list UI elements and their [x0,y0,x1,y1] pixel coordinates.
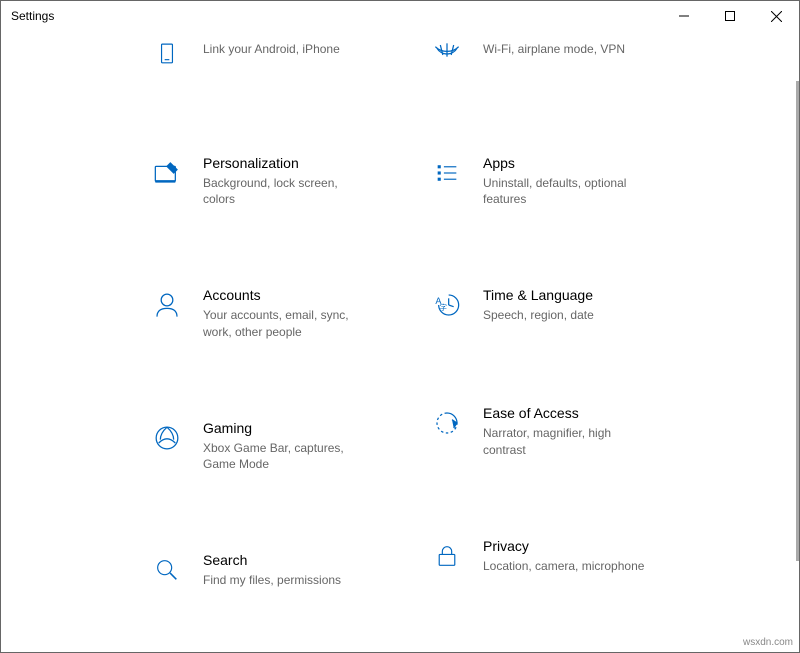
window-controls [661,1,799,31]
setting-search[interactable]: Search Find my files, permissions [141,546,421,594]
close-button[interactable] [753,1,799,31]
setting-text: Apps Uninstall, defaults, optional featu… [467,153,647,207]
setting-title: Time & Language [483,287,594,303]
setting-desc: Wi-Fi, airplane mode, VPN [483,41,625,57]
setting-title: Gaming [203,420,367,436]
network-icon [427,35,467,75]
setting-title: Personalization [203,155,367,171]
window-title: Settings [11,9,54,23]
setting-desc: Find my files, permissions [203,572,341,588]
setting-phone[interactable]: Link your Android, iPhone [141,31,421,79]
setting-accounts[interactable]: Accounts Your accounts, email, sync, wor… [141,281,421,343]
maximize-icon [725,11,735,21]
setting-gaming[interactable]: Gaming Xbox Game Bar, captures, Game Mod… [141,414,421,476]
titlebar: Settings [1,1,799,31]
setting-text: Time & Language Speech, region, date [467,285,594,323]
setting-title: Ease of Access [483,405,647,421]
settings-window: Settings Link [0,0,800,653]
setting-text: Search Find my files, permissions [187,550,341,588]
setting-title: Search [203,552,341,568]
setting-desc: Your accounts, email, sync, work, other … [203,307,367,339]
minimize-icon [679,11,689,21]
gaming-icon [147,418,187,458]
apps-icon [427,153,467,193]
setting-privacy[interactable]: Privacy Location, camera, microphone [421,532,701,580]
setting-time-language[interactable]: A字 Time & Language Speech, region, date [421,281,701,329]
setting-desc: Speech, region, date [483,307,594,323]
personalization-icon [147,153,187,193]
search-icon [147,550,187,590]
setting-desc: Xbox Game Bar, captures, Game Mode [203,440,367,472]
setting-title: Privacy [483,538,644,554]
settings-grid: Link your Android, iPhone Personalizatio… [1,31,795,652]
scrollbar[interactable] [796,81,799,561]
setting-text: Personalization Background, lock screen,… [187,153,367,207]
setting-text: Accounts Your accounts, email, sync, wor… [187,285,367,339]
setting-apps[interactable]: Apps Uninstall, defaults, optional featu… [421,149,701,211]
setting-title: Apps [483,155,647,171]
watermark: wsxdn.com [743,637,793,648]
setting-text: Gaming Xbox Game Bar, captures, Game Mod… [187,418,367,472]
time-icon: A字 [427,285,467,325]
content-area: Link your Android, iPhone Personalizatio… [1,31,795,652]
setting-title: Accounts [203,287,367,303]
close-icon [771,11,782,22]
right-column: Wi-Fi, airplane mode, VPN Apps Uninstall… [421,31,701,652]
setting-text: Wi-Fi, airplane mode, VPN [467,35,625,57]
setting-desc: Narrator, magnifier, high contrast [483,425,647,457]
maximize-button[interactable] [707,1,753,31]
left-column: Link your Android, iPhone Personalizatio… [141,31,421,652]
privacy-icon [427,536,467,576]
svg-text:字: 字 [440,302,448,312]
setting-text: Privacy Location, camera, microphone [467,536,644,574]
setting-text: Link your Android, iPhone [187,35,340,57]
setting-desc: Link your Android, iPhone [203,41,340,57]
setting-personalization[interactable]: Personalization Background, lock screen,… [141,149,421,211]
setting-desc: Uninstall, defaults, optional features [483,175,647,207]
setting-ease-of-access[interactable]: Ease of Access Narrator, magnifier, high… [421,399,701,461]
setting-network[interactable]: Wi-Fi, airplane mode, VPN [421,31,701,79]
setting-desc: Location, camera, microphone [483,558,644,574]
phone-icon [147,35,187,75]
minimize-button[interactable] [661,1,707,31]
accounts-icon [147,285,187,325]
setting-desc: Background, lock screen, colors [203,175,367,207]
ease-icon [427,403,467,443]
setting-text: Ease of Access Narrator, magnifier, high… [467,403,647,457]
